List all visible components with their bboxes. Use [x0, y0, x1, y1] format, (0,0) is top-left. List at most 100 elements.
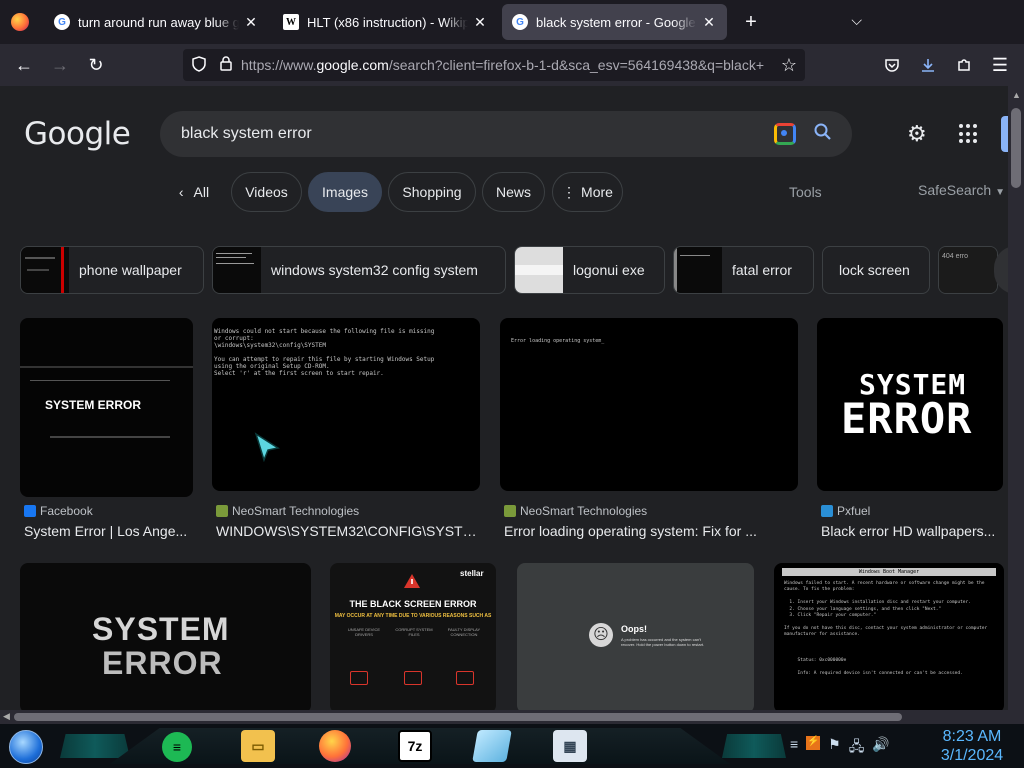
filter-images[interactable]: Images — [308, 172, 382, 212]
search-filters: ‹ All Videos Images Shopping News ⋮ More T… — [0, 172, 1008, 212]
taskbar: ≡ ▭ 7z ▦ ≡ ⚡ ⚑ 🖧 🔊 8:23 AM 3/1/2024 — [0, 724, 1024, 768]
search-box[interactable]: black system error — [160, 111, 852, 157]
related-chip[interactable]: fatal error — [673, 246, 814, 294]
tab-title: black system error - Google Sea — [536, 14, 697, 30]
show-hidden-icons-icon[interactable]: ≡ — [790, 736, 798, 760]
image-result[interactable]: SYSTEM ERROR Facebook System Error | Los… — [20, 318, 193, 539]
firefox-view-icon[interactable] — [0, 0, 40, 44]
result-source[interactable]: Facebook — [24, 504, 93, 518]
related-chip[interactable]: logonui exe — [514, 246, 665, 294]
close-tab-icon[interactable]: ✕ — [243, 14, 259, 31]
more-vert-icon: ⋮ — [562, 183, 577, 200]
search-icon[interactable] — [814, 123, 832, 146]
settings-gear-icon[interactable]: ⚙ — [907, 121, 927, 147]
google-icon: G — [512, 14, 528, 30]
image-result[interactable]: Error loading operating system_ NeoSmart… — [500, 318, 798, 539]
result-title[interactable]: WINDOWS\SYSTEM32\CONFIG\SYSTE... — [216, 523, 480, 539]
neosmart-icon — [504, 505, 516, 517]
back-arrow-icon[interactable]: ← — [6, 49, 42, 81]
start-button[interactable] — [9, 730, 43, 764]
result-image[interactable]: ☹ Oops! A problem has occurred and the s… — [517, 563, 754, 710]
reload-icon[interactable]: ↻ — [78, 49, 114, 81]
bookmark-star-icon[interactable]: ☆ — [781, 55, 797, 76]
tab-1[interactable]: G turn around run away blue gho ✕ — [44, 4, 269, 40]
menu-icon[interactable]: ☰ — [982, 49, 1018, 81]
search-input[interactable]: black system error — [181, 125, 774, 143]
clock[interactable]: 8:23 AM 3/1/2024 — [938, 727, 1006, 765]
extensions-icon[interactable] — [946, 49, 982, 81]
pocket-icon[interactable] — [874, 49, 910, 81]
result-image[interactable]: Windows could not start because the foll… — [212, 318, 480, 491]
filter-more[interactable]: ⋮ More — [552, 172, 623, 212]
new-tab-button[interactable]: + — [735, 6, 767, 38]
result-source[interactable]: NeoSmart Technologies — [504, 504, 647, 518]
neosmart-icon — [216, 505, 228, 517]
google-lens-icon[interactable] — [774, 123, 796, 145]
clock-date: 3/1/2024 — [940, 747, 1004, 764]
action-center-flag-icon[interactable]: ⚑ — [828, 736, 841, 760]
image-result[interactable]: stellar THE BLACK SCREEN ERROR MAY OCCUR… — [330, 563, 496, 710]
tools-button[interactable]: Tools — [789, 184, 822, 200]
image-result[interactable]: Windows Boot Manager Windows failed to s… — [774, 563, 1004, 710]
clock-time: 8:23 AM — [942, 728, 1002, 745]
chevron-left-icon: ‹ — [178, 184, 184, 200]
network-icon[interactable]: 🖧 — [849, 736, 865, 760]
firefox-icon[interactable] — [319, 730, 351, 762]
result-source[interactable]: NeoSmart Technologies — [216, 504, 359, 518]
tray-app-icon[interactable]: ⚡ — [806, 736, 821, 750]
result-image[interactable]: Error loading operating system_ — [500, 318, 798, 491]
url-text[interactable]: https://www.google.com/search?client=fir… — [241, 57, 781, 73]
shield-icon[interactable] — [191, 55, 207, 75]
url-bar[interactable]: https://www.google.com/search?client=fir… — [183, 49, 805, 81]
image-result[interactable]: ☹ Oops! A problem has occurred and the s… — [517, 563, 754, 710]
result-image[interactable]: stellar THE BLACK SCREEN ERROR MAY OCCUR… — [330, 563, 496, 710]
spotify-icon[interactable]: ≡ — [162, 732, 192, 762]
tab-2[interactable]: W HLT (x86 instruction) - Wikiped ✕ — [273, 4, 498, 40]
result-image[interactable]: SYSTEM ERROR — [20, 563, 311, 710]
file-explorer-icon[interactable]: ▭ — [241, 730, 275, 762]
list-all-tabs-icon[interactable]: ⌵ — [851, 12, 862, 29]
filter-all[interactable]: ‹ All — [170, 172, 218, 212]
tab-title: HLT (x86 instruction) - Wikiped — [307, 14, 468, 30]
google-images-page: Google black system error ⚙ ‹ All Videos … — [0, 86, 1008, 710]
google-logo[interactable]: Google — [24, 116, 131, 152]
image-result[interactable]: SYSTEM ERROR Pxfuel Black error HD wallp… — [817, 318, 1003, 539]
safesearch-button[interactable]: SafeSearch ▼ — [918, 182, 1005, 198]
sign-in-button[interactable] — [1001, 116, 1008, 152]
vertical-scrollbar[interactable]: ▲ — [1008, 86, 1024, 710]
related-chip[interactable]: 404 erro — [938, 246, 998, 294]
7zip-icon[interactable]: 7z — [398, 730, 432, 762]
system-tray: ≡ ⚡ ⚑ 🖧 🔊 — [790, 736, 890, 760]
filter-news[interactable]: News — [482, 172, 545, 212]
related-chip[interactable]: windows system32 config system — [212, 246, 506, 294]
image-result[interactable]: Windows could not start because the foll… — [212, 318, 480, 539]
volume-icon[interactable]: 🔊 — [872, 736, 889, 760]
forward-arrow-icon[interactable]: → — [42, 49, 78, 81]
result-source[interactable]: Pxfuel — [821, 504, 870, 518]
image-result[interactable]: SYSTEM ERROR — [20, 563, 311, 710]
close-tab-icon[interactable]: ✕ — [701, 14, 717, 31]
wikipedia-icon: W — [283, 14, 299, 30]
warning-icon — [403, 573, 421, 589]
related-chip[interactable]: lock screen — [822, 246, 930, 294]
result-image[interactable]: Windows Boot Manager Windows failed to s… — [774, 563, 1004, 710]
result-title[interactable]: Error loading operating system: Fix for … — [504, 523, 798, 539]
result-title[interactable]: System Error | Los Ange... — [24, 523, 193, 539]
task-manager-icon[interactable]: ▦ — [553, 730, 587, 762]
result-image[interactable]: SYSTEM ERROR — [817, 318, 1003, 491]
tab-title: turn around run away blue gho — [78, 14, 239, 30]
navigation-bar: ← → ↻ https://www.google.com/search?clie… — [0, 44, 1024, 86]
notepad-icon[interactable] — [472, 730, 512, 762]
result-image[interactable]: SYSTEM ERROR — [20, 318, 193, 497]
tab-3-active[interactable]: G black system error - Google Sea ✕ — [502, 4, 727, 40]
related-chip[interactable]: phone wallpaper — [20, 246, 204, 294]
downloads-icon[interactable] — [910, 49, 946, 81]
google-apps-icon[interactable] — [959, 124, 979, 144]
result-title[interactable]: Black error HD wallpapers... — [821, 523, 1003, 539]
filter-videos[interactable]: Videos — [231, 172, 302, 212]
filter-shopping[interactable]: Shopping — [388, 172, 476, 212]
horizontal-scrollbar[interactable]: ◀ — [0, 710, 1024, 724]
close-tab-icon[interactable]: ✕ — [472, 14, 488, 31]
lock-icon[interactable] — [219, 55, 233, 76]
pxfuel-icon — [821, 505, 833, 517]
